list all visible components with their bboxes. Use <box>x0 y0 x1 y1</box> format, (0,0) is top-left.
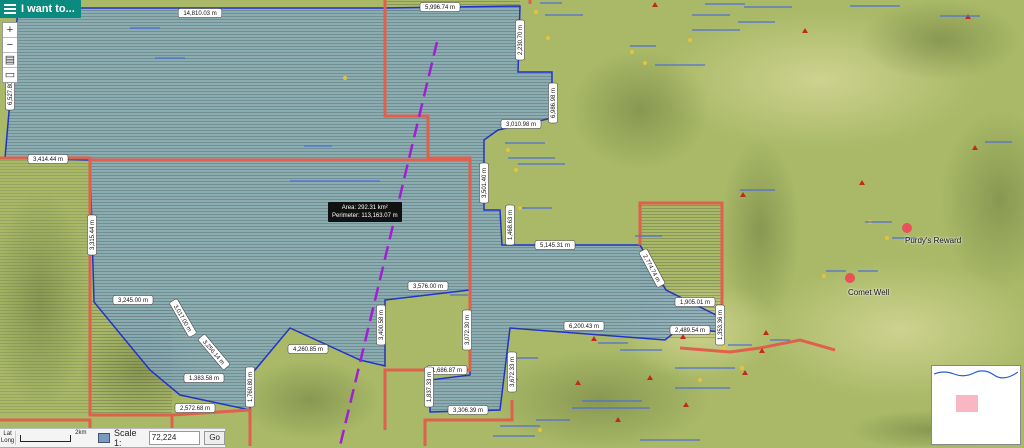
segment-label: 3,672.33 m <box>507 351 517 393</box>
svg-text:1,383.58 m: 1,383.58 m <box>189 376 219 382</box>
svg-text:1,905.01 m: 1,905.01 m <box>680 300 710 306</box>
svg-text:3,306.39 m: 3,306.39 m <box>453 408 483 414</box>
lat-long-toggle[interactable]: Lat Long <box>0 431 17 445</box>
segment-label: 3,414.44 m <box>27 154 69 164</box>
segment-label: 2,230.70 m <box>515 19 525 61</box>
segment-label: 2,572.68 m <box>174 403 216 413</box>
place-label-purdys-reward: Purdy's Reward <box>905 236 962 245</box>
coastline <box>934 370 1018 379</box>
segment-label: 1,353.36 m <box>715 304 725 346</box>
zoom-in-button[interactable]: + <box>3 23 17 38</box>
segment-label: 6,200.43 m <box>563 321 605 331</box>
segment-label: 3,306.39 m <box>447 405 489 415</box>
i-want-to-label: I want to... <box>21 3 75 15</box>
svg-text:4,260.85 m: 4,260.85 m <box>293 347 323 353</box>
segment-label: 3,072.30 m <box>462 309 472 351</box>
svg-text:2,572.68 m: 2,572.68 m <box>180 406 210 412</box>
svg-text:6,986.98 m: 6,986.98 m <box>551 88 557 118</box>
go-button[interactable]: Go <box>204 431 225 445</box>
svg-text:1,353.36 m: 1,353.36 m <box>718 310 724 340</box>
scale-bar-text: 2km <box>75 429 87 436</box>
svg-text:3,245.00 m: 3,245.00 m <box>118 298 148 304</box>
svg-text:1,760.80 m: 1,760.80 m <box>248 372 254 402</box>
book-icon[interactable]: ▭ <box>3 68 17 82</box>
svg-text:3,414.44 m: 3,414.44 m <box>33 157 63 163</box>
segment-label: 5,145.31 m <box>534 240 576 250</box>
svg-text:6,200.43 m: 6,200.43 m <box>569 324 599 330</box>
scale-select[interactable]: 72,224 <box>148 431 201 445</box>
svg-text:3,010.98 m: 3,010.98 m <box>506 122 536 128</box>
segment-label: 3,400.58 m <box>376 304 386 346</box>
measure-tooltip: Area: 292.31 km² Perimeter: 113,163.07 m <box>328 202 402 222</box>
segment-label: 1,468.63 m <box>505 204 515 246</box>
segment-label: 3,315.44 m <box>87 214 97 256</box>
i-want-to-menu[interactable]: I want to... <box>0 0 81 18</box>
segment-label: 3,245.00 m <box>112 295 154 305</box>
long-label: Long <box>0 438 15 444</box>
segment-label: 1,905.01 m <box>674 297 716 307</box>
map-canvas[interactable]: 14,810.03 m5,996.74 m2,230.70 m6,527.80 … <box>0 0 1024 446</box>
svg-text:2,230.70 m: 2,230.70 m <box>518 25 524 55</box>
segment-label: 14,810.03 m <box>177 8 223 18</box>
svg-text:3,315.44 m: 3,315.44 m <box>90 220 96 250</box>
overview-extent <box>956 395 978 412</box>
svg-text:3,576.00 m: 3,576.00 m <box>413 284 443 290</box>
svg-text:5,996.74 m: 5,996.74 m <box>425 5 455 11</box>
svg-text:2,489.54 m: 2,489.54 m <box>675 328 705 334</box>
svg-text:3,672.33 m: 3,672.33 m <box>510 357 516 387</box>
hamburger-icon <box>4 2 16 16</box>
area-value: Area: 292.31 km² <box>341 205 388 211</box>
lat-label: Lat <box>3 431 12 437</box>
svg-text:1,686.87 m: 1,686.87 m <box>432 368 462 374</box>
segment-label: 6,986.98 m <box>548 82 558 124</box>
scale-label: Scale 1: <box>113 428 137 448</box>
place-label-comet-well: Comet Well <box>848 288 890 297</box>
svg-text:3,400.58 m: 3,400.58 m <box>379 310 385 340</box>
segment-label: 1,383.58 m <box>183 373 225 383</box>
segment-label: 1,760.80 m <box>245 366 255 408</box>
svg-text:3,501.40 m: 3,501.40 m <box>482 168 488 198</box>
segment-label: 5,996.74 m <box>419 2 461 12</box>
layers-icon[interactable]: ▤ <box>3 53 17 68</box>
segment-label: 4,260.85 m <box>287 344 329 354</box>
zoom-out-button[interactable]: − <box>3 38 17 53</box>
segment-label: 3,501.40 m <box>479 162 489 204</box>
svg-text:1,468.63 m: 1,468.63 m <box>508 210 514 240</box>
svg-text:14,810.03 m: 14,810.03 m <box>183 11 216 17</box>
scale-bar: 2km <box>20 430 86 442</box>
bottom-toolbar: Lat Long 2km Scale 1: 72,224 Go <box>0 428 225 448</box>
segment-label: 3,576.00 m <box>407 281 449 291</box>
map-toolbar: + − ▤ ▭ <box>2 22 18 83</box>
segment-label: 2,489.54 m <box>669 325 711 335</box>
segment-label: 3,010.98 m <box>500 119 542 129</box>
svg-text:3,072.30 m: 3,072.30 m <box>465 315 471 345</box>
scale-icon <box>98 433 110 443</box>
perimeter-value: Perimeter: 113,163.07 m <box>332 213 398 219</box>
segment-label: 1,837.33 m <box>424 366 434 408</box>
overview-map[interactable] <box>931 365 1021 445</box>
svg-text:5,145.31 m: 5,145.31 m <box>540 243 570 249</box>
svg-text:1,837.33 m: 1,837.33 m <box>427 372 433 402</box>
